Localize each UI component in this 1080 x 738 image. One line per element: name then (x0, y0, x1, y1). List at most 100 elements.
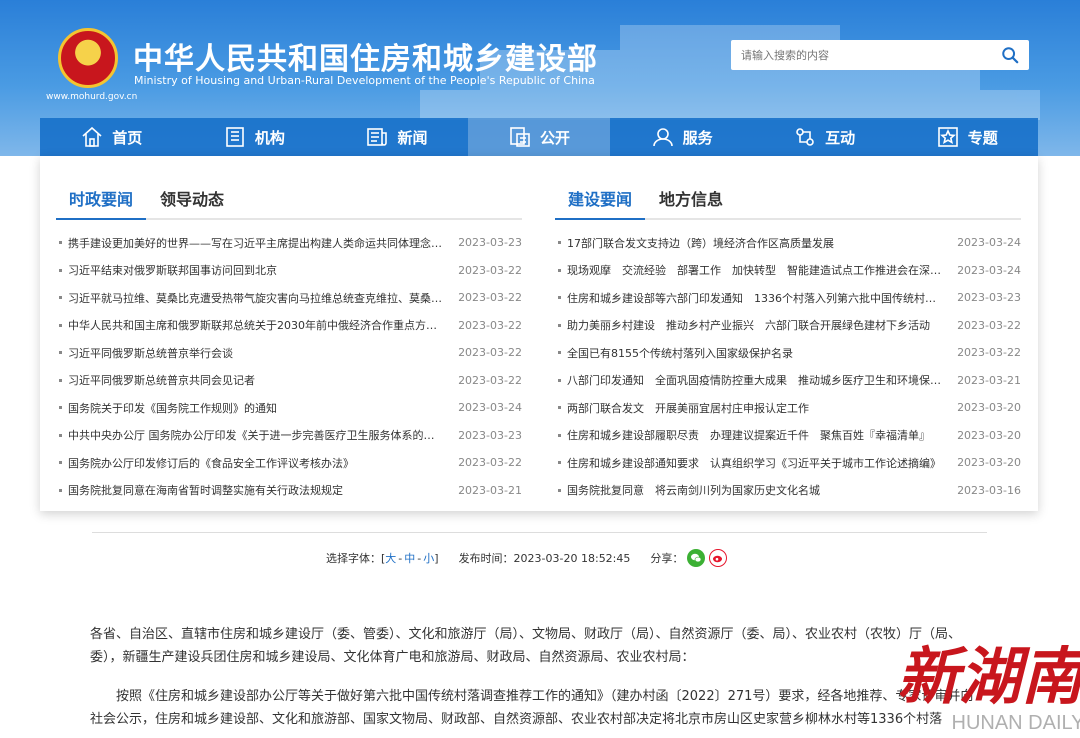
news-date: 2023-03-22 (458, 346, 522, 360)
news-icon (367, 128, 388, 146)
news-date: 2023-03-22 (458, 373, 522, 387)
bullet-dot (558, 296, 561, 300)
bullet-dot (558, 406, 561, 410)
news-title[interactable]: 国务院办公厅印发修订后的《食品安全工作评议考核办法》 (68, 455, 443, 471)
news-title[interactable]: 助力美丽乡村建设 推动乡村产业振兴 六部门联合开展绿色建材下乡活动 (567, 317, 942, 333)
weibo-icon[interactable] (709, 549, 728, 567)
bullet-dot (59, 351, 62, 355)
news-item[interactable]: 习近平就马拉维、莫桑比克遭受热带气旋灾害向马拉维总统查克维拉、莫桑比克总统纽西致… (56, 284, 522, 312)
news-title[interactable]: 携手建设更加美好的世界——写在习近平主席提出构建人类命运共同体理念十周年之际 (68, 235, 443, 251)
news-title[interactable]: 中共中央办公厅 国务院办公厅印发《关于进一步完善医疗卫生服务体系的意见》 (68, 427, 443, 443)
publish-time: 发布时间：2023-03-20 18:52:45 (458, 552, 631, 565)
news-title[interactable]: 住房和城乡建设部履职尽责 办理建议提案近千件 聚焦百姓『幸福清单』 (567, 427, 942, 443)
nav-news[interactable]: 新闻 (325, 118, 468, 156)
news-date: 2023-03-22 (458, 456, 522, 470)
news-item[interactable]: 习近平同俄罗斯总统普京举行会谈 2023-03-22 (56, 339, 522, 367)
tab-local-info[interactable]: 地方信息 (659, 186, 723, 210)
font-medium-link[interactable]: 中 (404, 550, 415, 566)
news-title[interactable]: 习近平就马拉维、莫桑比克遭受热带气旋灾害向马拉维总统查克维拉、莫桑比克总统纽西致… (68, 290, 443, 306)
news-title[interactable]: 两部门联合发文 开展美丽宜居村庄申报认定工作 (567, 400, 942, 416)
news-title[interactable]: 现场观摩 交流经验 部署工作 加快转型 智能建造试点工作推进会在深圳召开 (567, 262, 942, 278)
bullet-dot (558, 241, 561, 245)
news-date: 2023-03-21 (957, 373, 1021, 387)
bullet-dot (59, 296, 62, 300)
news-date: 2023-03-20 (957, 456, 1021, 470)
news-item[interactable]: 国务院办公厅印发修订后的《食品安全工作评议考核办法》 2023-03-22 (56, 449, 522, 477)
national-emblem-icon (58, 28, 118, 88)
tab-leaders[interactable]: 领导动态 (160, 186, 224, 210)
news-title[interactable]: 住房和城乡建设部通知要求 认真组织学习《习近平关于城市工作论述摘编》 (567, 455, 942, 471)
news-date: 2023-03-20 (957, 401, 1021, 415)
nav-open-label: 公开 (540, 128, 571, 147)
news-date: 2023-03-24 (957, 236, 1021, 250)
news-title[interactable]: 习近平结束对俄罗斯联邦国事访问回到北京 (68, 262, 443, 278)
search-input[interactable] (741, 46, 981, 64)
news-title[interactable]: 17部门联合发文支持边（跨）境经济合作区高质量发展 (567, 235, 942, 251)
user-service-icon (652, 128, 673, 147)
news-item[interactable]: 国务院批复同意在海南省暂时调整实施有关行政法规规定 2023-03-21 (56, 477, 522, 505)
tab-politics[interactable]: 时政要闻 (69, 186, 133, 210)
tab-construction-news[interactable]: 建设要闻 (568, 186, 632, 210)
font-sep: - (398, 551, 403, 565)
nav-service[interactable]: 服务 (610, 118, 753, 156)
news-item[interactable]: 全国已有8155个传统村落列入国家级保护名录 2023-03-22 (555, 339, 1021, 367)
nav-home-label: 首页 (112, 128, 143, 147)
news-title[interactable]: 习近平同俄罗斯总统普京共同会见记者 (68, 372, 443, 388)
news-item[interactable]: 中华人民共和国主席和俄罗斯联邦总统关于2030年前中俄经济合作重点方向发展规划的… (56, 312, 522, 340)
article-meta: 选择字体：[ 大 - 中 - 小 ] 发布时间：2023-03-20 18:52… (326, 549, 728, 567)
site-title-cn[interactable]: 中华人民共和国住房和城乡建设部 (133, 34, 598, 78)
nav-open[interactable]: 公开 (467, 118, 611, 156)
nav-service-label: 服务 (682, 128, 713, 147)
building-icon (226, 127, 244, 147)
search-icon[interactable] (1001, 46, 1019, 64)
news-item[interactable]: 住房和城乡建设部等六部门印发通知 1336个村落入列第六批中国传统村落名录 202… (555, 284, 1021, 312)
news-date: 2023-03-24 (458, 401, 522, 415)
news-title[interactable]: 八部门印发通知 全面巩固疫情防控重大成果 推动城乡医疗卫生和环境保护工作补短板强… (567, 372, 942, 388)
news-item[interactable]: 习近平同俄罗斯总统普京共同会见记者 2023-03-22 (56, 367, 522, 395)
font-large-link[interactable]: 大 (385, 550, 396, 566)
news-tabs-right: 建设要闻 地方信息 (555, 156, 1021, 220)
news-list-right: 17部门联合发文支持边（跨）境经济合作区高质量发展 2023-03-24 现场观摩 … (555, 229, 1021, 504)
news-title[interactable]: 国务院关于印发《国务院工作规则》的通知 (68, 400, 443, 416)
news-title[interactable]: 国务院批复同意在海南省暂时调整实施有关行政法规规定 (68, 482, 443, 498)
news-item[interactable]: 两部门联合发文 开展美丽宜居村庄申报认定工作 2023-03-20 (555, 394, 1021, 422)
news-title[interactable]: 国务院批复同意 将云南剑川列为国家历史文化名城 (567, 482, 942, 498)
news-date: 2023-03-23 (957, 291, 1021, 305)
bullet-dot (59, 323, 62, 327)
nav-interact[interactable]: 互动 (753, 118, 896, 156)
bullet-dot (59, 378, 62, 382)
news-title[interactable]: 全国已有8155个传统村落列入国家级保护名录 (567, 345, 942, 361)
site-header: www.mohurd.gov.cn 中华人民共和国住房和城乡建设部 Minist… (0, 0, 1080, 156)
news-item[interactable]: 现场观摩 交流经验 部署工作 加快转型 智能建造试点工作推进会在深圳召开 2023… (555, 257, 1021, 285)
news-title[interactable]: 住房和城乡建设部等六部门印发通知 1336个村落入列第六批中国传统村落名录 (567, 290, 942, 306)
news-item[interactable]: 国务院批复同意 将云南剑川列为国家历史文化名城 2023-03-16 (555, 477, 1021, 505)
body-paragraph-1: 各省、自治区、直辖市住房和城乡建设厅（委、管委）、文化和旅游厅（局）、文物局、财… (90, 627, 962, 665)
news-item[interactable]: 习近平结束对俄罗斯联邦国事访问回到北京 2023-03-22 (56, 257, 522, 285)
news-title[interactable]: 中华人民共和国主席和俄罗斯联邦总统关于2030年前中俄经济合作重点方向发展规划的… (68, 317, 443, 333)
news-tabs-left: 时政要闻 领导动态 (56, 156, 522, 220)
nav-home[interactable]: 首页 (40, 118, 183, 156)
news-item[interactable]: 住房和城乡建设部履职尽责 办理建议提案近千件 聚焦百姓『幸福清单』 2023-03… (555, 422, 1021, 450)
font-size-label: 选择字体：[ (326, 552, 386, 565)
wechat-icon[interactable] (687, 549, 706, 567)
news-item[interactable]: 中共中央办公厅 国务院办公厅印发《关于进一步完善医疗卫生服务体系的意见》 2023… (56, 422, 522, 450)
interact-icon (796, 128, 814, 146)
bullet-dot (558, 433, 561, 437)
news-item[interactable]: 助力美丽乡村建设 推动乡村产业振兴 六部门联合开展绿色建材下乡活动 2023-03… (555, 312, 1021, 340)
news-title[interactable]: 习近平同俄罗斯总统普京举行会谈 (68, 345, 443, 361)
nav-org[interactable]: 机构 (183, 118, 326, 156)
nav-org-label: 机构 (254, 128, 285, 147)
news-date: 2023-03-20 (957, 428, 1021, 442)
bullet-dot (558, 351, 561, 355)
news-item[interactable]: 携手建设更加美好的世界——写在习近平主席提出构建人类命运共同体理念十周年之际 20… (56, 229, 522, 257)
nav-special[interactable]: 专题 (895, 118, 1038, 156)
watermark-logo: 新湖南 HUNAN DAILY (900, 640, 1080, 734)
font-small-link[interactable]: 小 (423, 550, 434, 566)
news-item[interactable]: 八部门印发通知 全面巩固疫情防控重大成果 推动城乡医疗卫生和环境保护工作补短板强… (555, 367, 1021, 395)
news-date: 2023-03-24 (957, 263, 1021, 277)
news-item[interactable]: 住房和城乡建设部通知要求 认真组织学习《习近平关于城市工作论述摘编》 2023-0… (555, 449, 1021, 477)
news-item[interactable]: 国务院关于印发《国务院工作规则》的通知 2023-03-24 (56, 394, 522, 422)
news-item[interactable]: 17部门联合发文支持边（跨）境经济合作区高质量发展 2023-03-24 (555, 229, 1021, 257)
bullet-dot (59, 241, 62, 245)
news-column-right: 建设要闻 地方信息 17部门联合发文支持边（跨）境经济合作区高质量发展 2023-… (555, 156, 1021, 504)
